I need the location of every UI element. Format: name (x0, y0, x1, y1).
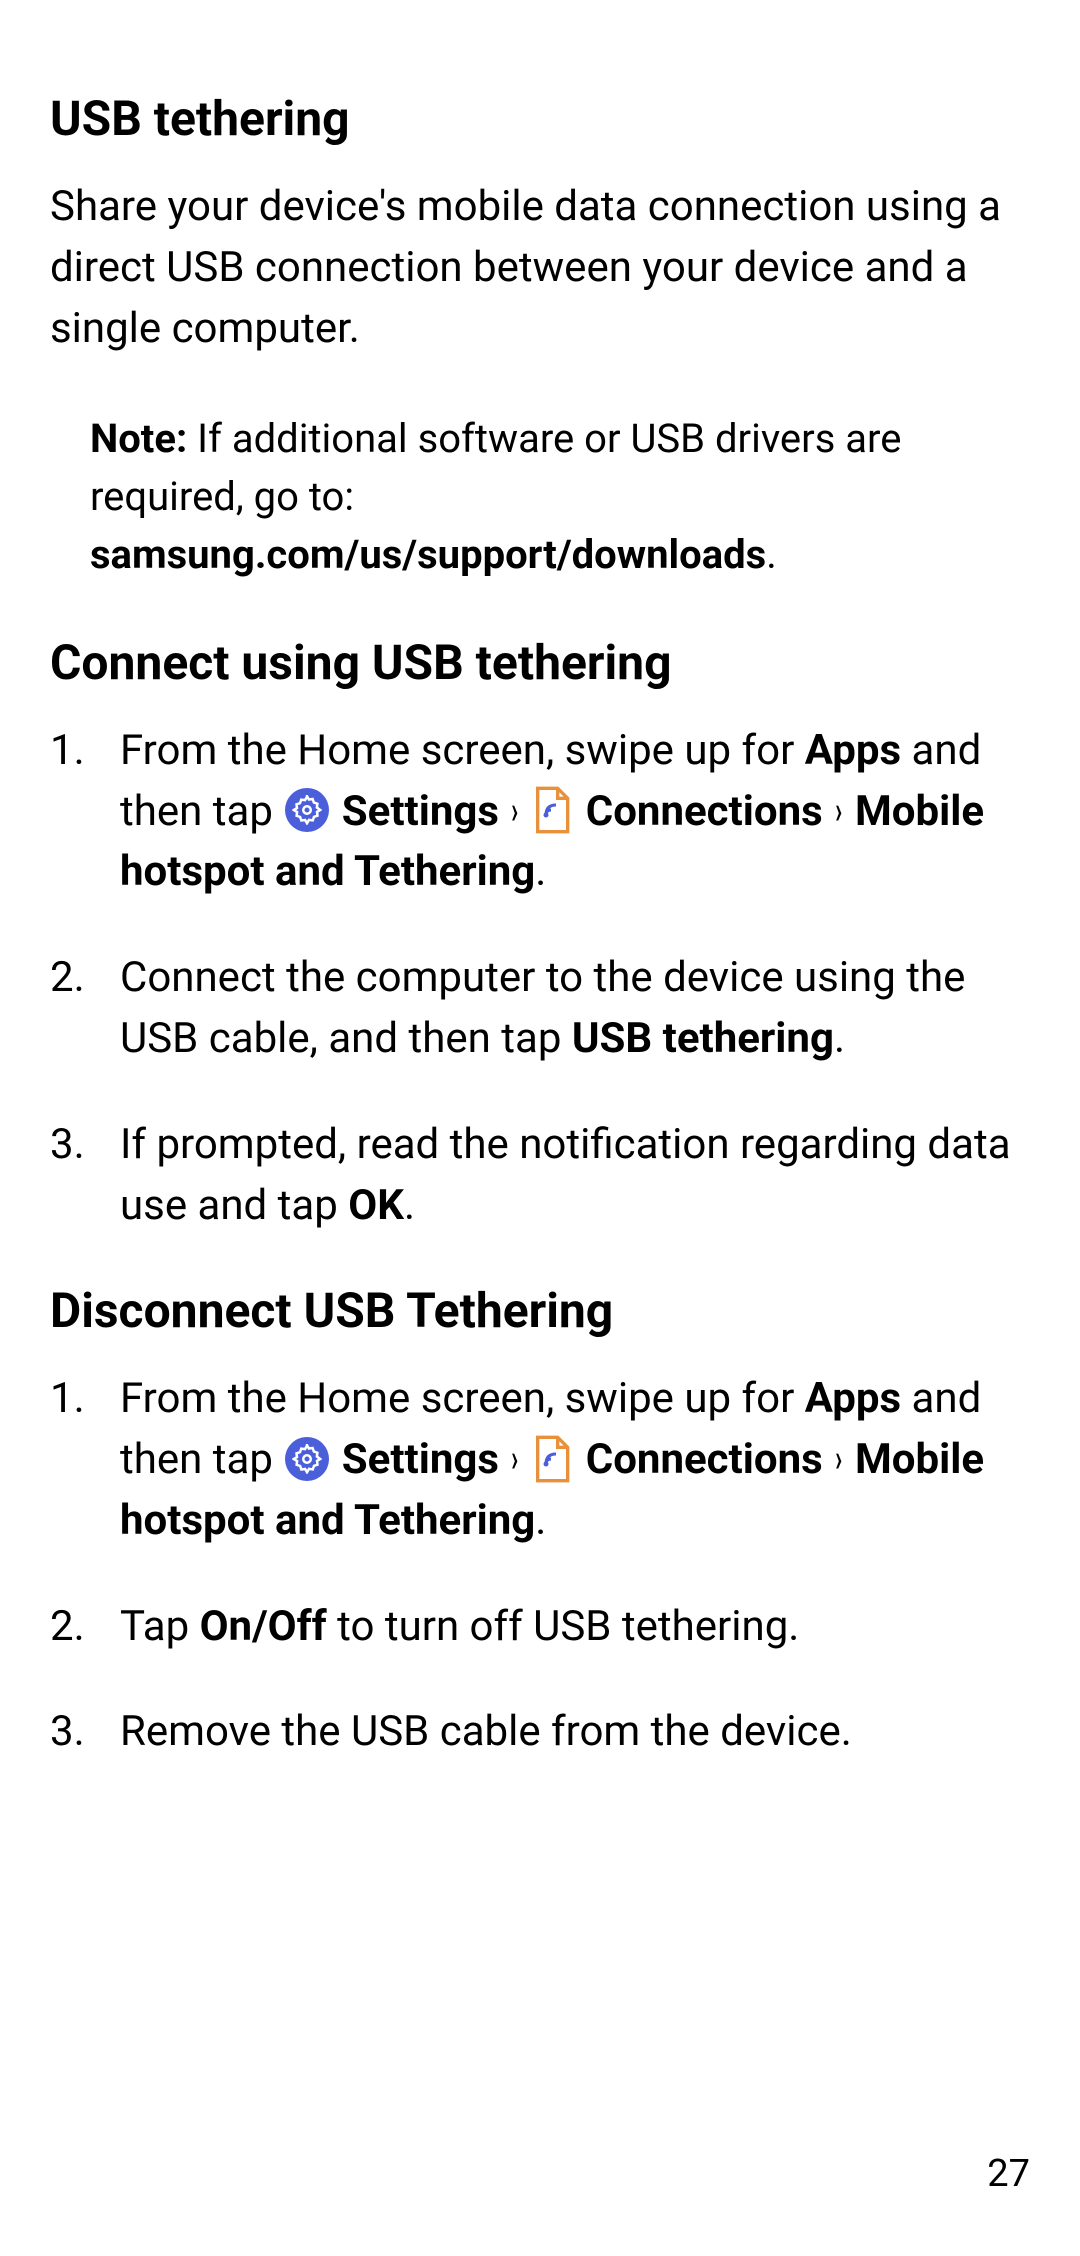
connections-label: Connections (575, 1435, 822, 1484)
disconnect-steps-list: From the Home screen, swipe up for Apps … (50, 1369, 1030, 1763)
note-block: Note: If additional software or USB driv… (50, 410, 1030, 584)
settings-icon (285, 788, 329, 832)
intro-paragraph: Share your device's mobile data connecti… (50, 177, 1030, 360)
note-text-end: . (766, 531, 777, 578)
step-text: to turn off USB tethering. (327, 1602, 800, 1651)
chevron-right-icon: › (835, 1432, 842, 1487)
step-text (823, 787, 833, 836)
note-url: samsung.com/us/support/downloads (90, 531, 766, 578)
connections-icon (531, 785, 571, 833)
step-text: . (404, 1181, 415, 1230)
settings-label: Settings (331, 1435, 499, 1484)
chevron-right-icon: › (512, 1432, 519, 1487)
step-text: . (535, 1496, 546, 1545)
step-text: From the Home screen, swipe up for (120, 1374, 805, 1423)
list-item: If prompted, read the notification regar… (50, 1115, 1030, 1237)
connections-label: Connections (575, 787, 822, 836)
connect-steps-list: From the Home screen, swipe up for Apps … (50, 721, 1030, 1237)
page-number: 27 (987, 2152, 1030, 2196)
section-heading-connect: Connect using USB tethering (50, 634, 1030, 691)
list-item: Tap On/Off to turn off USB tethering. (50, 1597, 1030, 1658)
section-heading-disconnect: Disconnect USB Tethering (50, 1282, 1030, 1339)
chevron-right-icon: › (835, 784, 842, 839)
step-text: Tap (120, 1602, 200, 1651)
step-text: If prompted, read the notification regar… (120, 1120, 1011, 1230)
apps-label: Apps (805, 1374, 901, 1423)
list-item: From the Home screen, swipe up for Apps … (50, 721, 1030, 904)
step-text: . (834, 1014, 845, 1063)
list-item: Remove the USB cable from the device. (50, 1702, 1030, 1763)
list-item: Connect the computer to the device using… (50, 948, 1030, 1070)
onoff-label: On/Off (200, 1602, 327, 1651)
step-text: Remove the USB cable from the device. (120, 1707, 852, 1756)
step-text: . (535, 847, 546, 896)
note-label: Note: (90, 415, 187, 462)
settings-label: Settings (331, 787, 499, 836)
list-item: From the Home screen, swipe up for Apps … (50, 1369, 1030, 1552)
ok-label: OK (348, 1181, 404, 1230)
apps-label: Apps (805, 726, 901, 775)
section-heading-usb-tethering: USB tethering (50, 90, 1030, 147)
chevron-right-icon: › (512, 784, 519, 839)
settings-icon (285, 1437, 329, 1481)
step-text (499, 787, 509, 836)
step-text (499, 1435, 509, 1484)
connections-icon (531, 1434, 571, 1482)
step-text (823, 1435, 833, 1484)
step-text: From the Home screen, swipe up for (120, 726, 805, 775)
usb-tethering-label: USB tethering (572, 1014, 834, 1063)
note-text: If additional software or USB drivers ar… (90, 415, 901, 520)
